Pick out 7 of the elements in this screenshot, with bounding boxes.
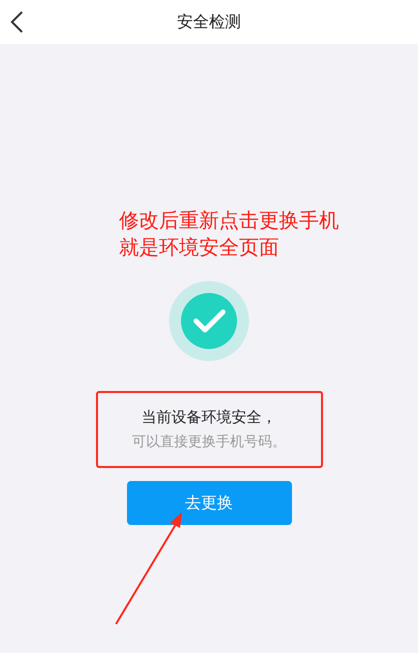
change-button[interactable]: 去更换 [126,481,292,525]
back-icon[interactable] [10,11,24,33]
page-title: 安全检测 [177,12,241,32]
status-message: 当前设备环境安全， [142,408,276,427]
annotation-text: 修改后重新点击更换手机 [119,207,339,234]
annotation-text: 就是环境安全页面 [119,234,279,261]
status-hint: 可以直接更换手机号码。 [132,433,286,451]
